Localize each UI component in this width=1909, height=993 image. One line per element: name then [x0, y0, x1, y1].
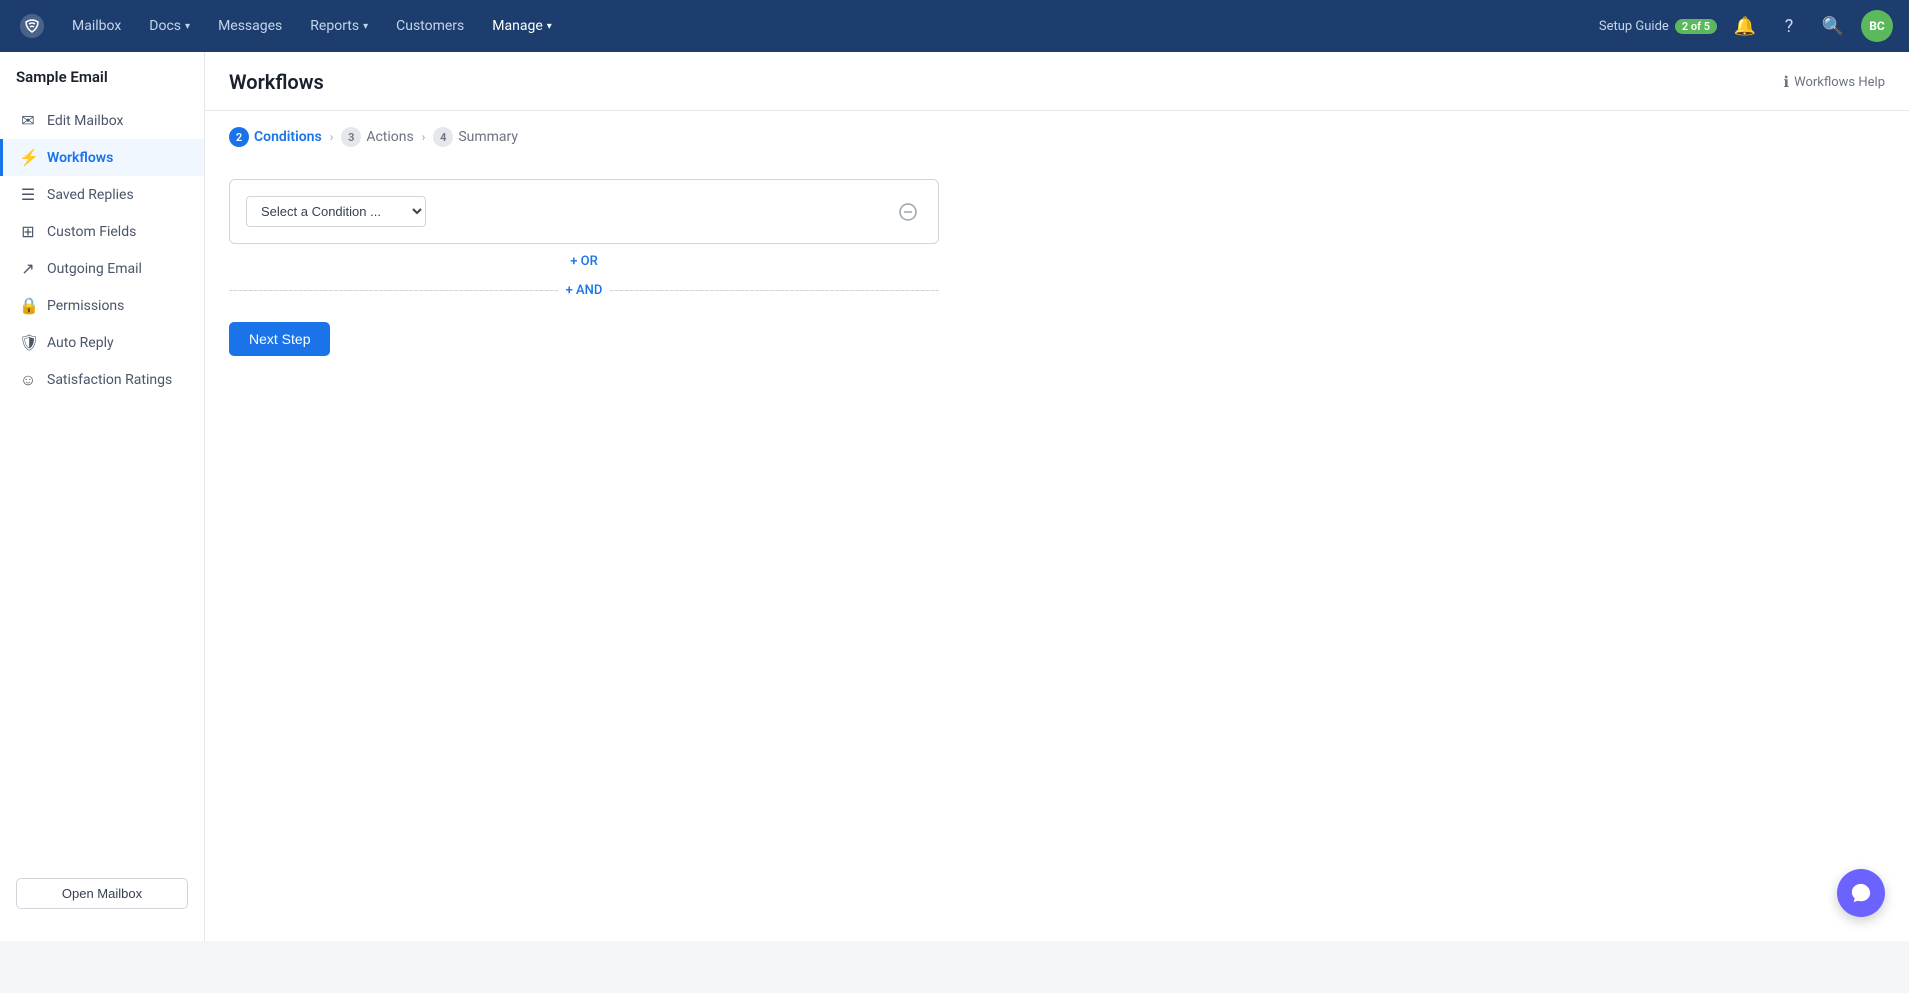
breadcrumb-conditions[interactable]: 2 Conditions: [229, 127, 322, 147]
nav-reports[interactable]: Reports ▾: [298, 10, 380, 42]
sidebar-item-auto-reply[interactable]: 🛡 Auto Reply: [0, 324, 204, 361]
breadcrumb-actions[interactable]: 3 Actions: [341, 127, 413, 147]
breadcrumb: 2 Conditions › 3 Actions › 4 Summary: [205, 111, 1909, 163]
sidebar-item-workflows[interactable]: ⚡ Workflows: [0, 139, 204, 176]
breadcrumb-summary[interactable]: 4 Summary: [433, 127, 518, 147]
sidebar-item-custom-fields[interactable]: ⊞ Custom Fields: [0, 213, 204, 250]
auto-reply-icon: 🛡: [19, 333, 37, 352]
avatar[interactable]: BC: [1861, 10, 1893, 42]
docs-chevron-icon: ▾: [185, 21, 190, 32]
breadcrumb-num-2: 2: [229, 127, 249, 147]
sidebar-item-saved-replies[interactable]: ☰ Saved Replies: [0, 176, 204, 213]
permissions-icon: 🔒: [19, 296, 37, 315]
reports-chevron-icon: ▾: [363, 21, 368, 32]
page-title: Workflows: [229, 70, 324, 94]
sidebar-item-edit-mailbox[interactable]: ✉ Edit Mailbox: [0, 102, 204, 139]
setup-badge: 2 of 5: [1675, 19, 1717, 34]
sidebar-item-permissions[interactable]: 🔒 Permissions: [0, 287, 204, 324]
sidebar-footer: Open Mailbox: [0, 862, 204, 925]
saved-replies-icon: ☰: [19, 185, 37, 204]
sidebar-title: Sample Email: [0, 68, 204, 102]
breadcrumb-sep-2: ›: [422, 130, 426, 144]
help-circle-icon: ℹ: [1783, 73, 1789, 91]
condition-select[interactable]: Select a Condition ...: [246, 196, 426, 227]
sidebar-item-satisfaction-ratings[interactable]: ☺ Satisfaction Ratings: [0, 361, 204, 399]
and-divider: + AND: [229, 283, 939, 298]
sidebar: Sample Email ✉ Edit Mailbox ⚡ Workflows …: [0, 52, 205, 941]
topnav: Mailbox Docs ▾ Messages Reports ▾ Custom…: [0, 0, 1909, 52]
nav-messages[interactable]: Messages: [206, 10, 294, 42]
outgoing-email-icon: ↗: [19, 259, 37, 278]
nav-docs[interactable]: Docs ▾: [137, 10, 202, 42]
and-line-left: [229, 290, 558, 291]
page-header: Workflows ℹ Workflows Help: [205, 52, 1909, 111]
manage-chevron-icon: ▾: [547, 21, 552, 32]
and-line-right: [610, 290, 939, 291]
open-mailbox-button[interactable]: Open Mailbox: [16, 878, 188, 909]
notifications-icon[interactable]: 🔔: [1729, 10, 1761, 42]
breadcrumb-num-3: 3: [341, 127, 361, 147]
nav-manage[interactable]: Manage ▾: [480, 10, 564, 42]
edit-mailbox-icon: ✉: [19, 111, 37, 130]
condition-block: Select a Condition ...: [229, 179, 939, 244]
nav-mailbox[interactable]: Mailbox: [60, 10, 133, 42]
chat-widget-button[interactable]: [1837, 869, 1885, 917]
workflows-icon: ⚡: [19, 148, 37, 167]
main-content: Workflows ℹ Workflows Help 2 Conditions …: [205, 52, 1909, 941]
breadcrumb-sep-1: ›: [330, 130, 334, 144]
workflows-help-link[interactable]: ℹ Workflows Help: [1783, 73, 1885, 91]
breadcrumb-label-summary: Summary: [458, 129, 518, 145]
or-button-container: + OR: [229, 244, 939, 279]
breadcrumb-label-actions: Actions: [366, 129, 413, 145]
and-button[interactable]: + AND: [566, 283, 603, 298]
logo[interactable]: [16, 10, 48, 42]
setup-guide[interactable]: Setup Guide 2 of 5: [1599, 19, 1717, 34]
topnav-right: Setup Guide 2 of 5 🔔 ? 🔍 BC: [1599, 10, 1893, 42]
nav-customers[interactable]: Customers: [384, 10, 476, 42]
workflow-content: Select a Condition ... + OR + AND: [205, 163, 1909, 372]
custom-fields-icon: ⊞: [19, 222, 37, 241]
condition-left: Select a Condition ...: [246, 196, 894, 227]
breadcrumb-num-4: 4: [433, 127, 453, 147]
breadcrumb-label-conditions: Conditions: [254, 129, 322, 145]
sidebar-item-outgoing-email[interactable]: ↗ Outgoing Email: [0, 250, 204, 287]
satisfaction-ratings-icon: ☺: [19, 370, 37, 390]
next-step-button[interactable]: Next Step: [229, 322, 330, 356]
search-icon[interactable]: 🔍: [1817, 10, 1849, 42]
help-icon[interactable]: ?: [1773, 10, 1805, 42]
or-button[interactable]: + OR: [570, 254, 598, 269]
condition-remove-button[interactable]: [894, 198, 922, 226]
layout: Sample Email ✉ Edit Mailbox ⚡ Workflows …: [0, 52, 1909, 941]
